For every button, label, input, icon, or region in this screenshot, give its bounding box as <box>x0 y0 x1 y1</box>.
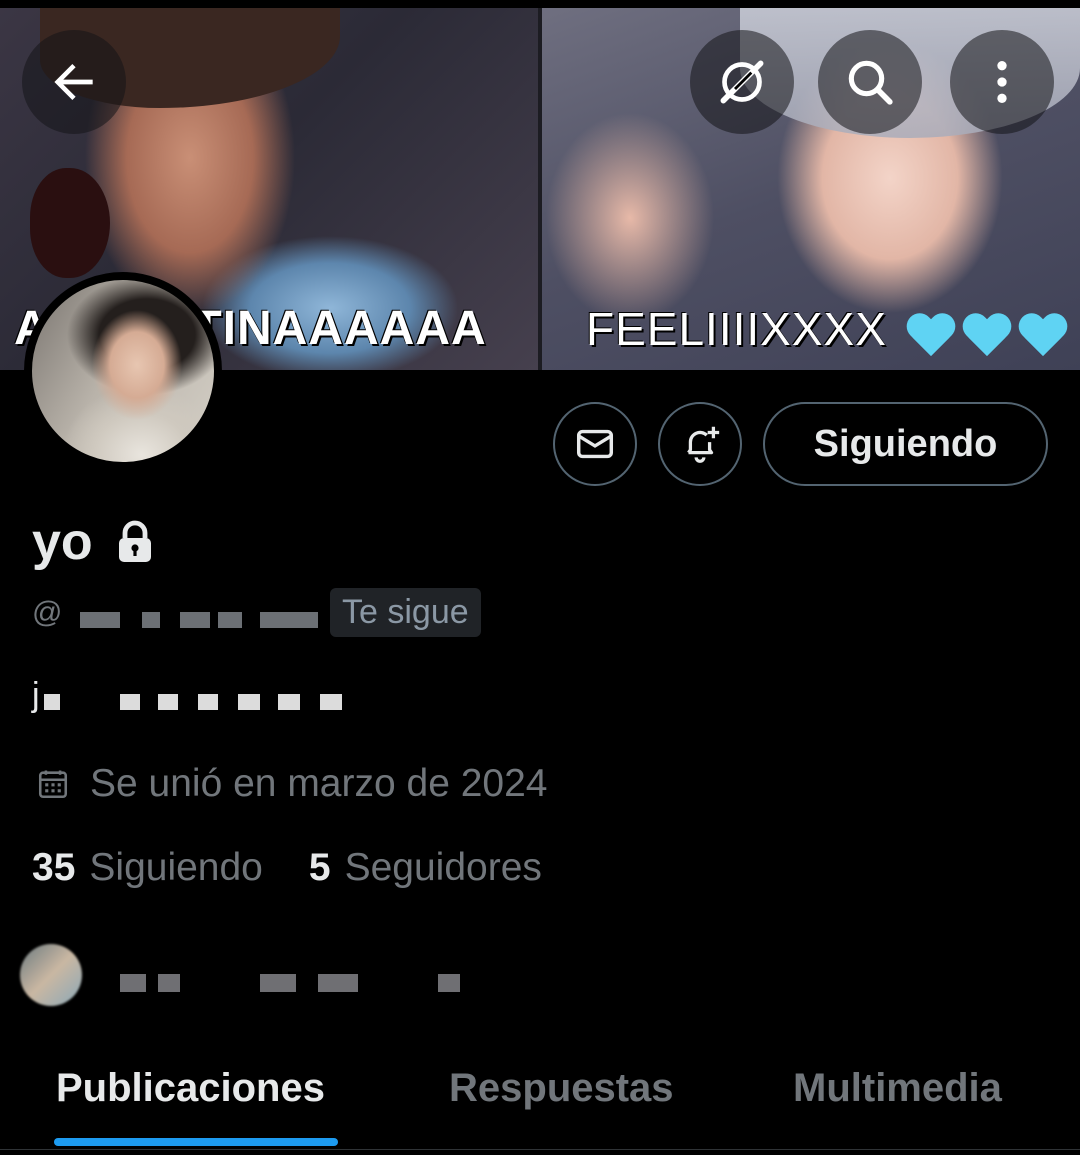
mutual-followers-redacted[interactable] <box>20 940 480 1010</box>
profile-tabs: Publicaciones Respuestas Multimedia <box>0 1050 1080 1155</box>
joined-date-row: Se unió en marzo de 2024 <box>36 762 548 806</box>
banner-divider <box>538 8 542 370</box>
calendar-icon <box>38 770 68 799</box>
envelope-icon <box>576 429 614 459</box>
handle-row: @ Te sigue <box>32 587 481 637</box>
banner-left-mouth <box>30 168 110 278</box>
search-button[interactable] <box>818 30 922 134</box>
bio-redacted: j <box>32 674 392 722</box>
bio-first-char: j <box>32 676 40 714</box>
more-options-button[interactable] <box>950 30 1054 134</box>
followers-label[interactable]: Seguidores <box>345 846 542 890</box>
notifications-button[interactable] <box>658 402 742 486</box>
blue-heart-icon <box>905 314 957 362</box>
redaction-block <box>180 612 210 628</box>
redaction-block <box>320 694 342 710</box>
redaction-block <box>80 612 120 628</box>
redaction-block <box>198 694 218 710</box>
tab-media[interactable]: Multimedia <box>793 1066 1002 1111</box>
following-count[interactable]: 35 <box>32 846 75 890</box>
name-row: yo <box>32 512 155 572</box>
grok-icon <box>720 60 764 104</box>
arrow-left-icon <box>54 64 93 100</box>
redaction-block <box>158 694 178 710</box>
redaction-block <box>238 694 260 710</box>
follows-you-badge: Te sigue <box>330 587 481 637</box>
bell-plus-icon <box>687 426 720 463</box>
grok-button[interactable] <box>690 30 794 134</box>
tab-posts[interactable]: Publicaciones <box>56 1066 325 1111</box>
message-button[interactable] <box>553 402 637 486</box>
banner-hearts <box>905 314 1069 362</box>
tabs-divider <box>0 1149 1080 1150</box>
banner-right-text: FEELIIIIXXXX <box>586 303 887 355</box>
lock-icon <box>118 520 151 562</box>
redaction-block <box>260 974 296 992</box>
redaction-block <box>278 694 300 710</box>
back-button[interactable] <box>22 30 126 134</box>
more-vertical-icon <box>997 61 1007 103</box>
active-tab-indicator <box>54 1138 338 1146</box>
profile-avatar[interactable] <box>24 272 222 470</box>
follow-stats: 35 Siguiendo 5 Seguidores <box>32 846 542 890</box>
tab-replies[interactable]: Respuestas <box>449 1066 674 1111</box>
redaction-block <box>44 694 60 710</box>
redaction-block <box>318 974 358 992</box>
username-handle-redacted: @ <box>32 592 326 632</box>
redaction-block <box>120 974 146 992</box>
following-button[interactable]: Siguiendo <box>763 402 1048 486</box>
redaction-block <box>260 612 318 628</box>
display-name: yo <box>32 513 93 571</box>
redaction-block <box>120 694 140 710</box>
profile-page: ARGENTINAAAAAA FEELIIIIXXXX Siguiendo yo… <box>0 0 1080 1155</box>
mutual-follower-avatar <box>20 944 82 1006</box>
redaction-block <box>158 974 180 992</box>
following-label[interactable]: Siguiendo <box>89 846 262 890</box>
redaction-block <box>218 612 242 628</box>
followers-count[interactable]: 5 <box>309 846 331 890</box>
search-icon <box>848 60 893 105</box>
joined-date: Se unió en marzo de 2024 <box>90 762 548 805</box>
blue-heart-icon <box>961 314 1013 362</box>
handle-at-sign: @ <box>32 596 63 629</box>
redaction-block <box>438 974 460 992</box>
redaction-block <box>142 612 160 628</box>
blue-heart-icon <box>1017 314 1069 362</box>
